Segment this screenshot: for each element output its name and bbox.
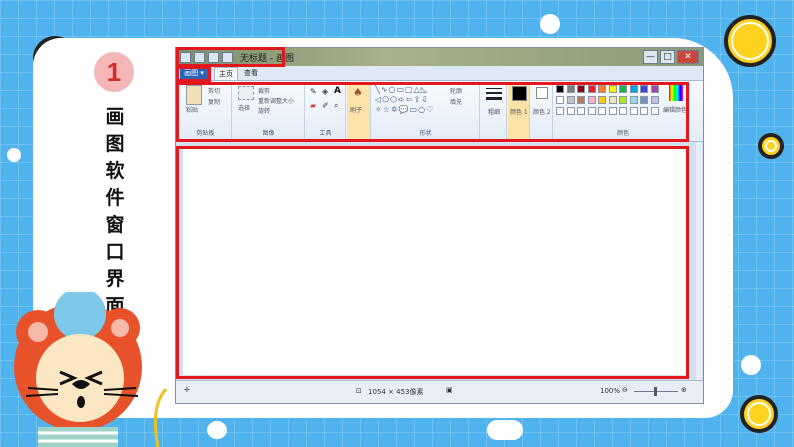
title-char: 画 xyxy=(105,106,125,128)
minimize-button[interactable]: — xyxy=(643,50,658,64)
ribbon-highlight xyxy=(176,82,689,142)
window-controls: — □ ✕ xyxy=(643,50,699,64)
canvas-dimensions: 1054 × 453像素 xyxy=(368,388,424,396)
decor-sun xyxy=(740,395,778,433)
canvas-size-icon: ⊡ xyxy=(356,387,362,395)
decor-sun xyxy=(724,15,776,67)
decor-dot xyxy=(7,148,21,162)
zoom-slider-thumb[interactable] xyxy=(654,387,657,396)
decor-dot xyxy=(487,420,523,440)
ribbon-tabs: 画图 ▾ 主页 查看 xyxy=(176,66,703,81)
zoom-out-button[interactable]: ⊖ xyxy=(622,386,628,394)
lion-mascot-illustration xyxy=(14,292,168,447)
canvas-highlight xyxy=(176,146,689,379)
maximize-button[interactable]: □ xyxy=(660,50,675,64)
zoom-level: 100% xyxy=(600,387,621,395)
section-number: 1 xyxy=(94,52,134,92)
file-size-icon: ▣ xyxy=(446,386,453,394)
title-char: 图 xyxy=(105,133,125,155)
title-char: 口 xyxy=(105,241,125,263)
title-bar-highlight xyxy=(176,47,285,67)
title-char: 界 xyxy=(105,268,125,290)
close-button[interactable]: ✕ xyxy=(677,50,699,64)
tab-view[interactable]: 查看 xyxy=(240,68,262,78)
vertical-title: 画 图 软 件 窗 口 界 面 xyxy=(100,104,130,320)
cursor-position-icon: ✛ xyxy=(184,386,190,394)
vertical-scrollbar[interactable] xyxy=(696,142,702,382)
decor-dot xyxy=(540,14,560,34)
title-char: 窗 xyxy=(105,214,125,236)
tab-home[interactable]: 主页 xyxy=(214,67,238,80)
file-tab-highlight xyxy=(176,66,211,82)
decor-sun xyxy=(758,133,784,159)
title-char: 件 xyxy=(105,187,125,209)
title-char: 软 xyxy=(105,160,125,182)
decor-dot xyxy=(741,355,761,375)
zoom-in-button[interactable]: ⊕ xyxy=(681,386,687,394)
status-bar: ✛ ⊡ 1054 × 453像素 ▣ 100% ⊖ ⊕ xyxy=(176,380,703,403)
decor-dot xyxy=(207,421,227,439)
